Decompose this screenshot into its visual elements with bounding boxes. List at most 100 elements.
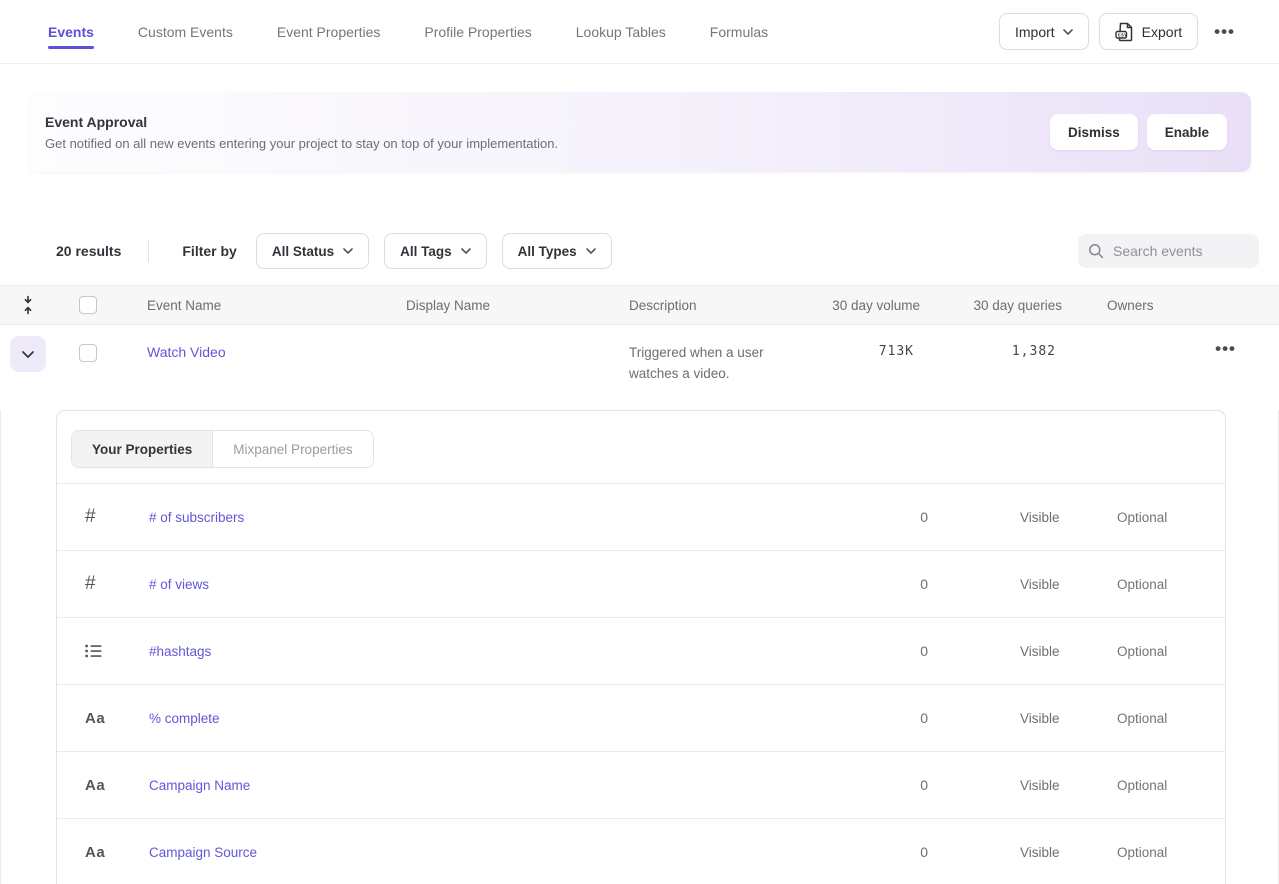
- search-icon: [1088, 243, 1104, 259]
- types-filter-label: All Types: [518, 244, 577, 259]
- property-name-link[interactable]: # of views: [149, 577, 818, 592]
- property-visibility: Visible: [928, 711, 1065, 726]
- list-type-icon: [57, 644, 149, 658]
- column-description: Description: [604, 298, 796, 313]
- collapse-row-button[interactable]: [10, 336, 46, 372]
- property-name-link[interactable]: Campaign Source: [149, 845, 818, 860]
- property-value: 0: [818, 509, 928, 525]
- column-owners: Owners: [1064, 298, 1160, 313]
- row-more-options-icon[interactable]: •••: [1160, 340, 1279, 357]
- property-name-link[interactable]: # of subscribers: [149, 510, 818, 525]
- column-30-day-volume: 30 day volume: [796, 298, 922, 313]
- properties-panel: Your Properties Mixpanel Properties # # …: [56, 410, 1226, 884]
- enable-button[interactable]: Enable: [1147, 114, 1227, 150]
- property-value: 0: [818, 777, 928, 793]
- property-visibility: Visible: [928, 510, 1065, 525]
- property-value: 0: [818, 643, 928, 659]
- top-navigation: Events Custom Events Event Properties Pr…: [0, 0, 1279, 64]
- lexicon-tabs: Events Custom Events Event Properties Pr…: [0, 2, 768, 61]
- svg-text:csv: csv: [1117, 32, 1127, 38]
- tab-custom-events[interactable]: Custom Events: [138, 2, 233, 61]
- property-visibility: Visible: [928, 845, 1065, 860]
- expanded-event-section: Your Properties Mixpanel Properties # # …: [0, 410, 1279, 884]
- tags-filter-dropdown[interactable]: All Tags: [384, 233, 487, 269]
- property-requirement: Optional: [1065, 778, 1225, 793]
- chevron-down-icon: [461, 248, 471, 254]
- search-events-box: [1078, 234, 1259, 268]
- tab-formulas[interactable]: Formulas: [710, 2, 768, 61]
- tags-filter-label: All Tags: [400, 244, 452, 259]
- row-checkbox[interactable]: [79, 344, 97, 362]
- property-name-link[interactable]: % complete: [149, 711, 818, 726]
- number-type-icon: #: [57, 506, 149, 528]
- event-30-day-volume: 713K: [796, 344, 922, 359]
- collapse-rows-icon[interactable]: [0, 295, 56, 315]
- property-requirement: Optional: [1065, 577, 1225, 592]
- property-name-link[interactable]: Campaign Name: [149, 778, 818, 793]
- property-requirement: Optional: [1065, 845, 1225, 860]
- property-name-link[interactable]: #hashtags: [149, 644, 818, 659]
- column-30-day-queries: 30 day queries: [922, 298, 1064, 313]
- import-button-label: Import: [1015, 24, 1055, 40]
- import-button[interactable]: Import: [999, 13, 1089, 50]
- banner-subtitle: Get notified on all new events entering …: [45, 136, 558, 151]
- column-event-name: Event Name: [120, 298, 382, 313]
- divider: [148, 240, 149, 262]
- event-description: Triggered when a user watches a video.: [604, 342, 764, 384]
- properties-tab-group: Your Properties Mixpanel Properties: [71, 430, 374, 468]
- status-filter-dropdown[interactable]: All Status: [256, 233, 369, 269]
- property-requirement: Optional: [1065, 711, 1225, 726]
- tab-lookup-tables[interactable]: Lookup Tables: [576, 2, 666, 61]
- filter-toolbar: 20 results Filter by All Status All Tags…: [0, 233, 1279, 269]
- property-requirement: Optional: [1065, 644, 1225, 659]
- property-visibility: Visible: [928, 644, 1065, 659]
- chevron-down-icon: [586, 248, 596, 254]
- events-table-header: Event Name Display Name Description 30 d…: [0, 285, 1279, 325]
- tab-your-properties[interactable]: Your Properties: [72, 431, 213, 467]
- filter-by-label: Filter by: [182, 243, 236, 259]
- column-display-name: Display Name: [382, 298, 604, 313]
- results-count: 20 results: [56, 243, 121, 259]
- more-options-icon[interactable]: •••: [1208, 23, 1241, 40]
- text-type-icon: Aa: [57, 844, 149, 861]
- property-value: 0: [818, 576, 928, 592]
- tab-event-properties[interactable]: Event Properties: [277, 2, 381, 61]
- event-approval-banner: Event Approval Get notified on all new e…: [28, 92, 1251, 172]
- property-visibility: Visible: [928, 778, 1065, 793]
- tab-events[interactable]: Events: [48, 2, 94, 61]
- properties-tabs-area: Your Properties Mixpanel Properties: [57, 411, 1225, 483]
- nav-actions: Import csv Export •••: [999, 13, 1279, 50]
- csv-file-icon: csv: [1115, 22, 1134, 42]
- property-row: #hashtags 0 Visible Optional: [57, 617, 1225, 684]
- banner-text: Event Approval Get notified on all new e…: [45, 114, 558, 151]
- property-requirement: Optional: [1065, 510, 1225, 525]
- number-type-icon: #: [57, 573, 149, 595]
- property-row: # # of subscribers 0 Visible Optional: [57, 483, 1225, 550]
- tab-profile-properties[interactable]: Profile Properties: [424, 2, 531, 61]
- property-visibility: Visible: [928, 577, 1065, 592]
- export-button-label: Export: [1142, 24, 1182, 40]
- tab-mixpanel-properties[interactable]: Mixpanel Properties: [213, 431, 372, 467]
- text-type-icon: Aa: [57, 710, 149, 727]
- property-row: Aa Campaign Name 0 Visible Optional: [57, 751, 1225, 818]
- event-row-watch-video: Watch Video Triggered when a user watche…: [0, 325, 1279, 410]
- chevron-down-icon: [1063, 29, 1073, 35]
- event-name-link[interactable]: Watch Video: [120, 344, 382, 360]
- event-30-day-queries: 1,382: [922, 344, 1064, 359]
- export-button[interactable]: csv Export: [1099, 13, 1198, 50]
- dismiss-button[interactable]: Dismiss: [1050, 114, 1138, 150]
- property-row: Aa % complete 0 Visible Optional: [57, 684, 1225, 751]
- property-value: 0: [818, 844, 928, 860]
- search-events-input[interactable]: [1113, 243, 1243, 259]
- property-row: Aa Campaign Source 0 Visible Optional: [57, 818, 1225, 884]
- property-row: # # of views 0 Visible Optional: [57, 550, 1225, 617]
- types-filter-dropdown[interactable]: All Types: [502, 233, 612, 269]
- text-type-icon: Aa: [57, 777, 149, 794]
- banner-title: Event Approval: [45, 114, 558, 130]
- chevron-down-icon: [343, 248, 353, 254]
- select-all-checkbox[interactable]: [79, 296, 97, 314]
- banner-actions: Dismiss Enable: [1050, 114, 1227, 150]
- status-filter-label: All Status: [272, 244, 334, 259]
- property-value: 0: [818, 710, 928, 726]
- chevron-down-icon: [22, 351, 34, 358]
